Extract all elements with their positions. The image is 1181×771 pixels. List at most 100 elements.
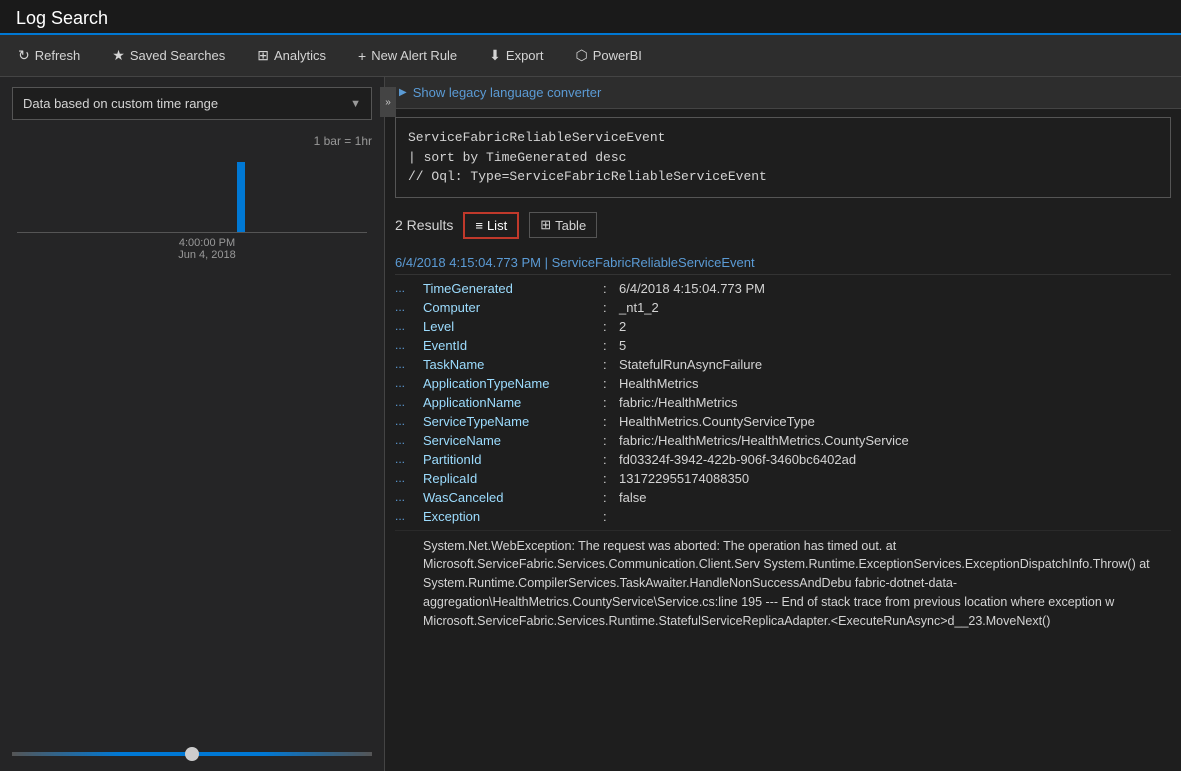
field-name: WasCanceled bbox=[423, 490, 603, 505]
bar-item bbox=[369, 230, 377, 232]
field-expand-icon[interactable]: ... bbox=[395, 319, 415, 333]
field-row: ...Level:2 bbox=[395, 317, 1171, 336]
legacy-language-toggle[interactable]: ▶ Show legacy language converter bbox=[385, 77, 1181, 109]
saved-searches-button[interactable]: ★ Saved Searches bbox=[106, 43, 231, 68]
chevron-right-icon: ▶ bbox=[399, 87, 407, 98]
bar-item bbox=[325, 230, 333, 232]
field-colon: : bbox=[603, 338, 613, 353]
bar-item bbox=[17, 230, 25, 232]
field-colon: : bbox=[603, 509, 613, 524]
field-expand-icon[interactable]: ... bbox=[395, 509, 415, 523]
field-colon: : bbox=[603, 452, 613, 467]
field-row: ...ReplicaId:131722955174088350 bbox=[395, 469, 1171, 488]
bar-item bbox=[347, 230, 355, 232]
field-expand-icon[interactable]: ... bbox=[395, 281, 415, 295]
bar-item bbox=[160, 230, 168, 232]
field-row: ... Exception: bbox=[395, 507, 1171, 526]
new-alert-rule-button[interactable]: + New Alert Rule bbox=[352, 44, 463, 68]
bar-item bbox=[358, 230, 366, 232]
table-view-button[interactable]: ⊞ Table bbox=[529, 212, 597, 238]
field-row: ... EventId:5 bbox=[395, 336, 1171, 355]
powerbi-button[interactable]: ⬡ PowerBI bbox=[569, 43, 647, 68]
field-row: ...ServiceName:fabric:/HealthMetrics/Hea… bbox=[395, 431, 1171, 450]
field-value: fd03324f-3942-422b-906f-3460bc6402ad bbox=[619, 452, 1171, 467]
bar-item bbox=[193, 230, 201, 232]
field-name: EventId bbox=[423, 338, 603, 353]
chart-area: 4:00:00 PM Jun 4, 2018 bbox=[0, 152, 384, 732]
query-editor[interactable]: ServiceFabricReliableServiceEvent | sort… bbox=[395, 117, 1171, 198]
refresh-icon: ↻ bbox=[18, 47, 30, 64]
field-colon: : bbox=[603, 357, 613, 372]
field-name: ApplicationName bbox=[423, 395, 603, 410]
field-expand-icon[interactable]: ... bbox=[395, 452, 415, 466]
field-name: ServiceTypeName bbox=[423, 414, 603, 429]
download-icon: ⬇ bbox=[489, 47, 501, 64]
field-expand-icon[interactable]: ... bbox=[395, 471, 415, 485]
title-bar: Log Search bbox=[0, 0, 1181, 35]
bar-item bbox=[303, 230, 311, 232]
result-1-header[interactable]: 6/4/2018 4:15:04.773 PM | ServiceFabricR… bbox=[395, 249, 1171, 275]
field-row: ...ApplicationTypeName:HealthMetrics bbox=[395, 374, 1171, 393]
field-colon: : bbox=[603, 414, 613, 429]
field-expand-icon[interactable]: ... bbox=[395, 414, 415, 428]
bar-item bbox=[138, 230, 146, 232]
list-icon: ≡ bbox=[475, 218, 483, 233]
bar-item bbox=[149, 230, 157, 232]
field-expand-icon[interactable]: ... bbox=[395, 338, 415, 352]
table-icon: ⊞ bbox=[540, 217, 551, 233]
collapse-panel-button[interactable]: » bbox=[380, 87, 396, 117]
field-colon: : bbox=[603, 471, 613, 486]
list-view-button[interactable]: ≡ List bbox=[463, 212, 519, 239]
field-expand-icon[interactable]: ... bbox=[395, 395, 415, 409]
field-value: 5 bbox=[619, 338, 1171, 353]
field-value: HealthMetrics.CountyServiceType bbox=[619, 414, 1171, 429]
bar-item bbox=[380, 230, 388, 232]
bar-item bbox=[171, 230, 179, 232]
field-value: HealthMetrics bbox=[619, 376, 1171, 391]
field-value: 2 bbox=[619, 319, 1171, 334]
field-colon: : bbox=[603, 319, 613, 334]
field-value: 131722955174088350 bbox=[619, 471, 1171, 486]
field-value: fabric:/HealthMetrics bbox=[619, 395, 1171, 410]
results-bar: 2 Results ≡ List ⊞ Table bbox=[385, 206, 1181, 245]
page-title: Log Search bbox=[16, 8, 108, 29]
grid-icon: ⊞ bbox=[257, 47, 269, 64]
analytics-button[interactable]: ⊞ Analytics bbox=[251, 43, 332, 68]
bar-item bbox=[314, 230, 322, 232]
bar-item bbox=[61, 230, 69, 232]
slider-container bbox=[0, 732, 384, 771]
bar-item bbox=[116, 230, 124, 232]
field-expand-icon[interactable]: ... bbox=[395, 433, 415, 447]
field-colon: : bbox=[603, 376, 613, 391]
field-expand-icon[interactable]: ... bbox=[395, 376, 415, 390]
refresh-button[interactable]: ↻ Refresh bbox=[12, 43, 86, 68]
field-expand-icon[interactable]: ... bbox=[395, 357, 415, 371]
field-expand-icon[interactable]: ... bbox=[395, 300, 415, 314]
field-value: StatefulRunAsyncFailure bbox=[619, 357, 1171, 372]
results-list: 6/4/2018 4:15:04.773 PM | ServiceFabricR… bbox=[385, 245, 1181, 771]
bar-item bbox=[39, 230, 47, 232]
field-colon: : bbox=[603, 300, 613, 315]
field-colon: : bbox=[603, 433, 613, 448]
bar-item bbox=[237, 162, 245, 232]
field-value: _nt1_2 bbox=[619, 300, 1171, 315]
export-button[interactable]: ⬇ Export bbox=[483, 43, 549, 68]
bar-item bbox=[281, 230, 289, 232]
bar-item bbox=[336, 230, 344, 232]
bar-item bbox=[413, 230, 421, 232]
field-row: ... PartitionId: fd03324f-3942-422b-906f-3… bbox=[395, 450, 1171, 469]
bar-item bbox=[94, 230, 102, 232]
dropdown-arrow-icon: ▼ bbox=[350, 98, 361, 110]
field-name: PartitionId bbox=[423, 452, 603, 467]
plus-icon: + bbox=[358, 48, 366, 64]
field-colon: : bbox=[603, 281, 613, 296]
bar-item bbox=[248, 230, 256, 232]
field-name: Exception bbox=[423, 509, 603, 524]
left-panel: » Data based on custom time range ▼ 1 ba… bbox=[0, 77, 385, 771]
powerbi-icon: ⬡ bbox=[575, 47, 587, 64]
time-range-dropdown[interactable]: Data based on custom time range ▼ bbox=[12, 87, 372, 120]
time-range-slider[interactable] bbox=[12, 752, 372, 756]
field-row: ... ServiceTypeName: HealthMetrics.CountyS… bbox=[395, 412, 1171, 431]
field-name: ServiceName bbox=[423, 433, 603, 448]
field-expand-icon[interactable]: ... bbox=[395, 490, 415, 504]
